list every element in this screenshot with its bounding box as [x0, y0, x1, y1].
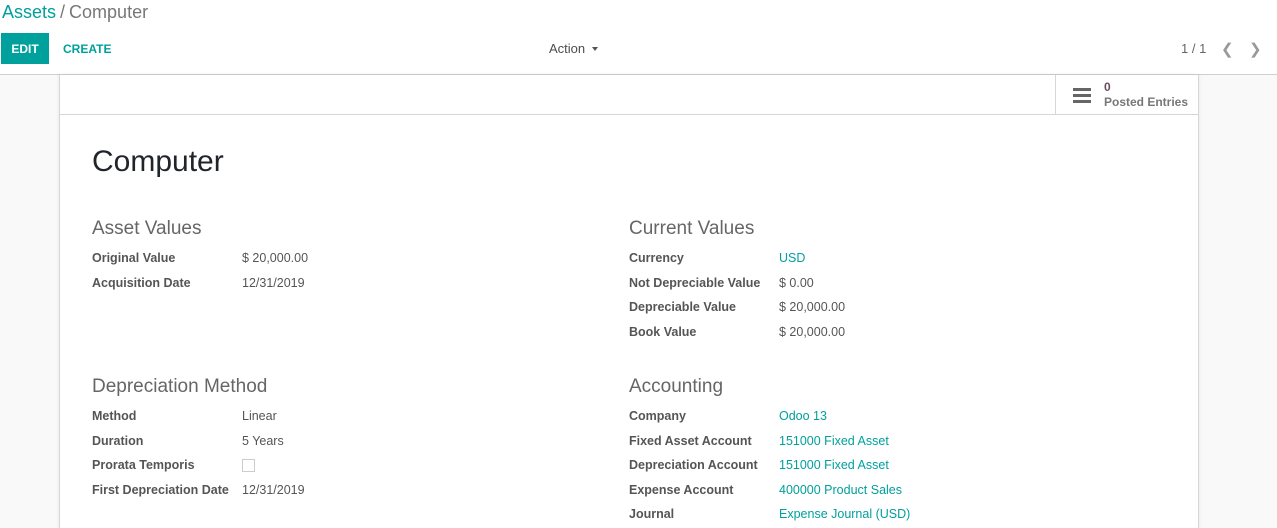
group-heading: Accounting [629, 376, 724, 397]
edit-button[interactable]: EDIT [1, 33, 49, 64]
field-row: Depreciation Account 151000 Fixed Asset [629, 453, 910, 478]
breadcrumb-assets-link[interactable]: Assets [2, 2, 56, 22]
button-box: 0 Posted Entries [60, 75, 1198, 115]
field-label: First Depreciation Date [92, 482, 229, 497]
depreciable-value: $ 20,000.00 [779, 300, 846, 315]
create-button[interactable]: CREATE [56, 33, 118, 64]
field-row: Acquisition Date 12/31/2019 [92, 271, 308, 296]
field-row: Duration 5 Years [92, 429, 305, 454]
field-row: Depreciable Value $ 20,000.00 [629, 295, 845, 320]
record-title: Computer [92, 145, 224, 178]
duration-value: 5 Years [242, 433, 284, 448]
group-heading: Asset Values [92, 218, 202, 239]
group-heading: Current Values [629, 218, 755, 239]
field-label: Depreciation Account [629, 458, 758, 473]
field-label: Acquisition Date [92, 275, 191, 290]
field-label: Duration [92, 433, 144, 448]
group-heading: Depreciation Method [92, 376, 268, 397]
action-dropdown[interactable]: Action [549, 33, 599, 64]
field-label: Book Value [629, 324, 697, 339]
current-values-group: Current Values Currency USD Not Deprecia… [629, 218, 845, 344]
method-value: Linear [242, 409, 277, 424]
fixed-asset-account-link[interactable]: 151000 Fixed Asset [779, 434, 889, 448]
field-row: Currency USD [629, 246, 845, 271]
breadcrumb-separator: / [60, 2, 66, 22]
action-dropdown-label: Action [549, 41, 586, 56]
field-row: Method Linear [92, 404, 305, 429]
field-row: Fixed Asset Account 151000 Fixed Asset [629, 429, 910, 454]
field-label: Prorata Temporis [92, 458, 195, 473]
caret-down-icon [592, 46, 599, 51]
field-label: Original Value [92, 251, 176, 266]
pager-value[interactable]: 1 / 1 [1181, 41, 1206, 56]
chevron-right-icon[interactable]: ❯ [1248, 40, 1262, 58]
acquisition-date: 12/31/2019 [242, 275, 305, 290]
book-value: $ 20,000.00 [779, 324, 846, 339]
posted-entries-label: Posted Entries [1104, 95, 1189, 109]
field-row: Book Value $ 20,000.00 [629, 320, 845, 345]
field-label: Not Depreciable Value [629, 275, 761, 290]
depreciation-method-group: Depreciation Method Method Linear Durati… [92, 376, 305, 502]
breadcrumb-current: Computer [69, 2, 149, 22]
field-row: Not Depreciable Value $ 0.00 [629, 271, 845, 296]
not-depreciable-value: $ 0.00 [779, 275, 814, 290]
asset-values-group: Asset Values Original Value $ 20,000.00 … [92, 218, 308, 295]
chevron-left-icon[interactable]: ❮ [1220, 40, 1234, 58]
breadcrumb: Assets / Computer [2, 1, 148, 23]
prorata-temporis-checkbox[interactable] [242, 458, 255, 472]
pager: 1 / 1 ❮ ❯ [1181, 33, 1262, 64]
field-label: Company [629, 409, 686, 424]
first-depreciation-date: 12/31/2019 [242, 482, 305, 497]
field-label: Fixed Asset Account [629, 433, 752, 448]
field-label: Currency [629, 251, 684, 266]
accounting-group: Accounting Company Odoo 13 Fixed Asset A… [629, 376, 910, 527]
field-row: Expense Account 400000 Product Sales [629, 478, 910, 503]
journal-link[interactable]: Expense Journal (USD) [779, 507, 910, 521]
posted-entries-button[interactable]: 0 Posted Entries [1055, 75, 1198, 115]
original-value: $ 20,000.00 [242, 251, 309, 266]
field-row: Journal Expense Journal (USD) [629, 502, 910, 527]
field-row: Company Odoo 13 [629, 404, 910, 429]
field-label: Depreciable Value [629, 300, 737, 315]
form-sheet: 0 Posted Entries Computer Asset Values O… [59, 75, 1199, 528]
depreciation-account-link[interactable]: 151000 Fixed Asset [779, 458, 889, 472]
field-label: Journal [629, 507, 675, 522]
company-link[interactable]: Odoo 13 [779, 409, 827, 423]
field-label: Expense Account [629, 482, 734, 497]
currency-link[interactable]: USD [779, 251, 805, 265]
field-row: Prorata Temporis [92, 453, 305, 478]
control-panel: Assets / Computer EDIT CREATE Action 1 / 1… [0, 0, 1277, 75]
list-icon [1073, 87, 1091, 103]
field-row: Original Value $ 20,000.00 [92, 246, 308, 271]
field-label: Method [92, 409, 137, 424]
posted-entries-count: 0 [1104, 80, 1111, 94]
field-row: First Depreciation Date 12/31/2019 [92, 478, 305, 503]
expense-account-link[interactable]: 400000 Product Sales [779, 483, 902, 497]
